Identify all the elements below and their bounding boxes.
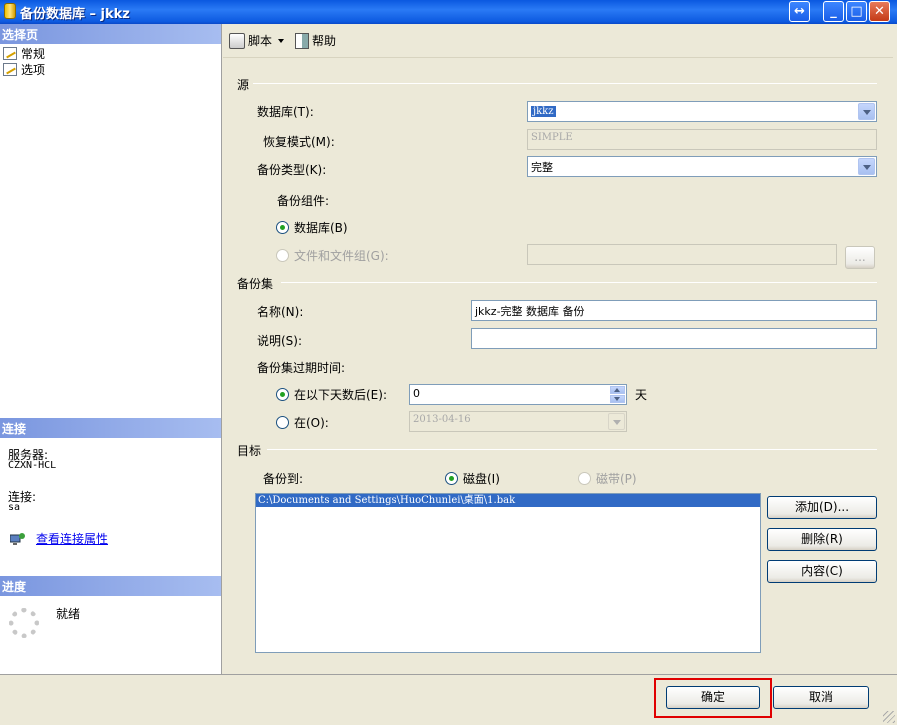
database-select[interactable]: jkkz (527, 101, 877, 122)
disk-radio[interactable] (445, 472, 458, 485)
nav-item-general[interactable]: 常规 (3, 46, 45, 61)
divider (253, 83, 877, 84)
connection-header: 连接 (0, 418, 221, 438)
backup-type-label: 备份类型(K): (257, 163, 327, 177)
database-value: jkkz (531, 106, 556, 117)
spin-down-icon[interactable] (610, 395, 625, 403)
script-button[interactable]: 脚本 (229, 32, 285, 49)
add-destination-button[interactable]: 添加(D)... (767, 496, 877, 519)
recovery-model-label: 恢复模式(M): (263, 135, 335, 149)
on-date-picker[interactable]: 2013-04-16 (409, 411, 627, 432)
backup-to-label: 备份到: (263, 472, 304, 486)
browse-files-button[interactable]: ... (845, 246, 875, 269)
remove-destination-button[interactable]: 删除(R) (767, 528, 877, 551)
connection-value: sa (8, 502, 21, 513)
backup-set-group-title: 备份集 (237, 277, 274, 291)
expiration-label: 备份集过期时间: (257, 361, 346, 375)
divider (267, 449, 877, 450)
connection-properties-icon (10, 533, 25, 545)
chevron-down-icon[interactable] (608, 413, 625, 430)
database-icon (4, 3, 16, 19)
recovery-model-field: SIMPLE (527, 129, 877, 150)
chevron-down-icon[interactable] (858, 158, 875, 175)
spin-up-icon[interactable] (610, 386, 625, 394)
component-files-radio[interactable] (276, 249, 289, 262)
help-label: 帮助 (312, 34, 337, 48)
files-field (527, 244, 837, 265)
disk-label: 磁盘(I) (463, 472, 500, 486)
script-icon (229, 32, 245, 49)
tape-radio[interactable] (578, 472, 591, 485)
restore-button[interactable]: ↔ (789, 1, 810, 22)
help-button[interactable]: 帮助 (295, 32, 336, 49)
nav-item-label: 常规 (21, 47, 46, 61)
page-icon (3, 63, 17, 76)
ok-button[interactable]: 确定 (666, 686, 760, 709)
after-days-input[interactable]: 0 (409, 384, 627, 405)
description-input[interactable] (471, 328, 877, 349)
server-value: CZXN-HCL (8, 460, 57, 471)
name-label: 名称(N): (257, 305, 304, 319)
progress-spinner-icon (9, 608, 39, 638)
database-label: 数据库(T): (257, 105, 314, 119)
component-database-label: 数据库(B) (294, 221, 348, 235)
help-icon (295, 32, 309, 49)
tape-label: 磁带(P) (596, 472, 637, 486)
view-connection-properties-link[interactable]: 查看连接属性 (36, 530, 108, 547)
chevron-down-icon (278, 38, 285, 43)
progress-status: 就绪 (56, 607, 81, 621)
resize-grip-icon[interactable] (883, 711, 895, 723)
source-group-title: 源 (237, 78, 250, 92)
script-label: 脚本 (248, 34, 273, 48)
on-date-value: 2013-04-16 (413, 414, 471, 425)
close-button[interactable]: ✕ (869, 1, 890, 22)
description-label: 说明(S): (257, 334, 303, 348)
days-spinner[interactable] (610, 386, 625, 403)
list-item[interactable]: C:\Documents and Settings\HuoChunlei\桌面\… (256, 494, 760, 507)
toolbar: 脚本 帮助 (223, 24, 893, 58)
component-database-radio[interactable] (276, 221, 289, 234)
nav-item-options[interactable]: 选项 (3, 62, 45, 77)
window-title: 备份数据库 – jkkz (20, 7, 130, 22)
destination-group-title: 目标 (237, 444, 262, 458)
select-page-header: 选择页 (0, 24, 221, 44)
backup-component-label: 备份组件: (277, 194, 330, 208)
title-bar[interactable]: 备份数据库 – jkkz ↔ _ □ ✕ (0, 0, 897, 24)
divider (281, 282, 877, 283)
nav-item-label: 选项 (21, 63, 46, 77)
page-icon (3, 47, 17, 60)
on-date-label: 在(O): (294, 416, 329, 430)
after-days-radio[interactable] (276, 388, 289, 401)
button-bar: 确定 取消 (0, 674, 897, 725)
chevron-down-icon[interactable] (858, 103, 875, 120)
destination-list[interactable]: C:\Documents and Settings\HuoChunlei\桌面\… (255, 493, 761, 653)
backup-set-name-input[interactable]: jkkz-完整 数据库 备份 (471, 300, 877, 321)
backup-type-select[interactable]: 完整 (527, 156, 877, 177)
after-days-label: 在以下天数后(E): (294, 388, 387, 402)
on-date-radio[interactable] (276, 416, 289, 429)
maximize-button[interactable]: □ (846, 1, 867, 22)
minimize-button[interactable]: _ (823, 1, 844, 22)
component-files-label: 文件和文件组(G): (294, 249, 389, 263)
after-days-value: 0 (413, 387, 420, 400)
left-panel: 选择页 常规 选项 连接 服务器: CZXN-HCL 连接: sa 查看连接属性… (0, 24, 222, 674)
backup-type-value: 完整 (531, 161, 553, 174)
cancel-button[interactable]: 取消 (773, 686, 869, 709)
progress-header: 进度 (0, 576, 221, 596)
contents-button[interactable]: 内容(C) (767, 560, 877, 583)
days-unit-label: 天 (635, 388, 648, 402)
general-page: 源 数据库(T): jkkz 恢复模式(M): SIMPLE 备份类型(K): … (223, 58, 893, 674)
